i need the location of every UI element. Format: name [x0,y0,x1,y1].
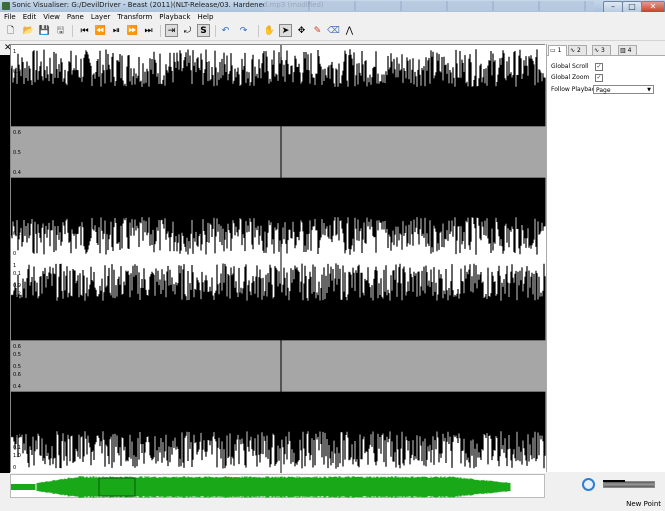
tab-pane[interactable]: ▭ 1 [548,45,567,56]
scale-tick-label: 0.5 [13,352,21,358]
tab-layer-4[interactable]: ▥ 4 [618,45,637,55]
draw-pencil-icon[interactable]: ✎ [311,24,324,37]
measure-icon[interactable]: ⋀ [343,24,356,37]
scale-tick-label: 0.2 [13,291,21,297]
new-file-icon[interactable]: 🗋 [4,24,17,37]
save-icon[interactable]: 💾 [38,24,51,37]
playback-speed-dial[interactable] [582,478,595,491]
play-selection-icon[interactable]: ⇥ [165,24,178,37]
fast-forward-end-icon[interactable]: ⏭ [142,24,155,37]
tab-label: 1 [557,47,562,54]
scale-tick-label: 1.0 [13,453,21,459]
rewind-start-icon[interactable]: ⏮ [78,24,91,37]
redo-icon[interactable]: ↷ [237,24,250,37]
scale-tick-label: 0.6 [13,130,21,136]
play-pause-icon[interactable]: ⏯ [110,24,123,37]
taskbar-tabs [264,1,594,11]
follow-playback-label: Follow Playback [551,86,599,93]
property-panel: ▭ 1 ∿ 2 ∿ 3 ▥ 4 Global Scroll ✓ Global Z… [546,44,665,472]
solo-icon[interactable]: S [197,24,210,37]
erase-icon[interactable]: ⌫ [327,24,340,37]
fast-forward-icon[interactable]: ⏩ [126,24,139,37]
menu-help[interactable]: Help [194,12,216,22]
output-level-meter[interactable] [603,481,655,488]
scale-tick-label: 0.3 [13,190,21,196]
menu-edit[interactable]: Edit [20,12,40,22]
global-scroll-label: Global Scroll [551,63,589,70]
layer-tabs: ▭ 1 ∿ 2 ∿ 3 ▥ 4 [547,44,665,56]
scale-tick-label: 0.7 [13,392,21,398]
level-slider-bar [603,480,625,482]
follow-playback-select[interactable]: Page ▼ [593,85,654,94]
menu-pane[interactable]: Pane [64,12,87,22]
move-icon[interactable]: ✥ [295,24,308,37]
status-text: New Point [626,500,661,508]
app-icon [2,2,10,10]
scale-tick-label: 0.2 [13,211,21,217]
scale-tick-label: 1 [13,49,16,55]
scale-tick-label: 0.1 [13,271,21,277]
scale-tick-label: 0.8 [13,303,21,309]
toolbar: 🗋 📂 💾 🖫 ⏮ ⏪ ⏯ ⏩ ⏭ ⇥ ⤾ S ↶ ↷ ✋ ➤ ✥ ✎ ⌫ ⋀ [0,22,665,41]
global-scroll-checkbox[interactable]: ✓ [595,63,603,71]
follow-playback-value: Page [596,87,611,94]
scale-tick-label: 0.7 [13,110,21,116]
tab-label: 4 [627,47,632,54]
scale-tick-label: 0.9 [13,69,21,75]
waveform-pane[interactable]: 1 1 0.9 0.9 0.8 0.8 0.7 0.7 0.6 0.6 0.5 0.5 0.4 0.4 0.… [10,44,546,473]
scale-tick-label: 0.4 [13,384,21,390]
scale-tick-label: 0.7 [13,324,21,330]
vertical-scale-strip [0,55,10,473]
chevron-down-icon: ▼ [647,87,651,93]
save-as-icon[interactable]: 🖫 [54,24,67,37]
scale-tick-label: 0.5 [13,150,21,156]
scale-tick-label: 0.4 [13,332,21,338]
scale-tick-label: 0.3 [13,312,21,318]
tab-layer-2[interactable]: ∿ 2 [568,45,587,55]
scale-tick-label: 0.3 [13,404,21,410]
scale-tick-label: 0 [13,465,16,471]
global-zoom-label: Global Zoom [551,74,590,81]
undo-icon[interactable]: ↶ [219,24,232,37]
scale-tick-label: 0.6 [13,344,21,350]
waveform-canvas[interactable]: 1 1 0.9 0.9 0.8 0.8 0.7 0.7 0.6 0.6 0.5 0.5 0.4 0.4 0.… [11,45,546,473]
scale-tick-label: 0.1 [13,231,21,237]
menu-playback[interactable]: Playback [156,12,193,22]
overview-canvas[interactable] [11,475,546,499]
scale-tick-label: 0.4 [13,170,21,176]
navigate-hand-icon[interactable]: ✋ [263,24,276,37]
tab-label: 3 [600,47,605,54]
waveform-rms-band [11,126,546,178]
rewind-icon[interactable]: ⏪ [94,24,107,37]
tab-label: 2 [576,47,581,54]
open-file-icon[interactable]: 📂 [22,24,35,37]
scale-tick-label: 0.5 [13,364,21,370]
scale-tick-label: 0.8 [13,413,21,419]
menu-file[interactable]: File [1,12,19,22]
menu-transform[interactable]: Transform [114,12,155,22]
global-zoom-checkbox[interactable]: ✓ [595,74,603,82]
scale-tick-label: 0.2 [13,425,21,431]
scale-tick-label: 0.6 [13,372,21,378]
overview-waveform [11,476,511,498]
waveform-rms-band [11,340,546,392]
scale-tick-label: 1 [13,263,16,269]
menu-view[interactable]: View [40,12,63,22]
scale-tick-label: 0.8 [13,89,21,95]
select-arrow-icon[interactable]: ➤ [279,24,292,37]
overview-strip[interactable] [10,474,545,498]
menu-bar: File Edit View Pane Layer Transform Playback He… [0,12,665,22]
play-loop-icon[interactable]: ⤾ [181,24,194,37]
scale-tick-label: 0.9 [13,433,21,439]
scale-tick-label: 0.9 [13,283,21,289]
scale-tick-label: 0 [13,251,16,257]
tab-layer-3[interactable]: ∿ 3 [592,45,611,55]
menu-layer[interactable]: Layer [88,12,114,22]
scale-tick-label: 0.1 [13,445,21,451]
